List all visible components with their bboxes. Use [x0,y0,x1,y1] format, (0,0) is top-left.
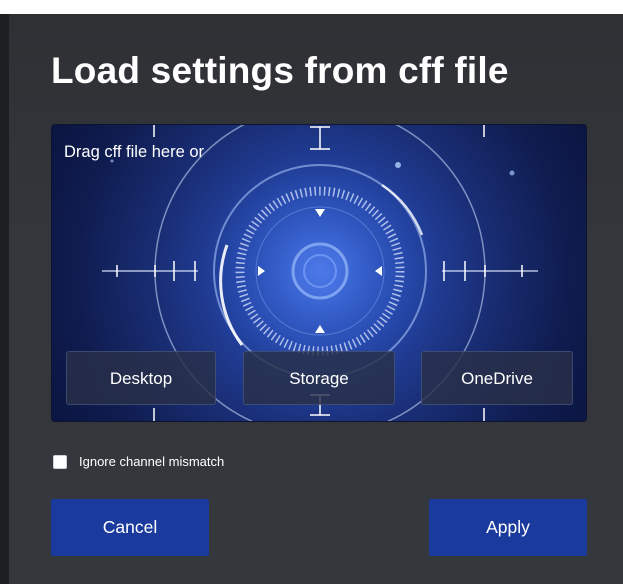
cancel-button[interactable]: Cancel [51,499,209,556]
ignore-channel-mismatch-label: Ignore channel mismatch [79,454,225,469]
onedrive-source-button[interactable]: OneDrive [421,351,573,405]
load-settings-dialog: Load settings from cff file Drag cff fil… [9,14,623,584]
storage-source-button[interactable]: Storage [243,351,395,405]
ignore-channel-mismatch-checkbox[interactable] [53,454,67,469]
apply-button[interactable]: Apply [429,499,587,556]
file-drop-zone[interactable]: Drag cff file here or Desktop Storage On… [51,124,587,422]
ignore-channel-mismatch-option[interactable]: Ignore channel mismatch [53,454,224,469]
background-window-strip [0,0,623,14]
drop-hint-text: Drag cff file here or [64,143,205,161]
desktop-source-button[interactable]: Desktop [66,351,216,405]
dialog-title: Load settings from cff file [51,50,509,91]
